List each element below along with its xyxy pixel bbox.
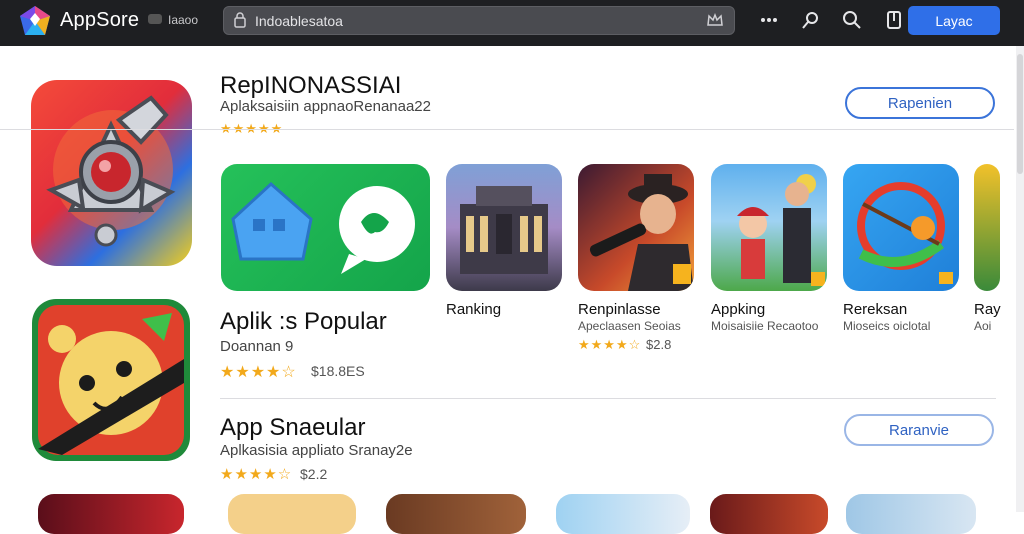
bottom-tile-3[interactable] <box>386 494 526 534</box>
tile-title-5: Ray <box>974 301 1001 318</box>
tile-title-1: Ranking <box>446 301 502 318</box>
detective-icon <box>589 174 694 291</box>
snapular-price: $2.2 <box>300 466 328 482</box>
tile-rereksan[interactable] <box>843 164 959 291</box>
bottom-tile-4[interactable] <box>556 494 690 534</box>
popular-price: $18.8ES <box>311 363 365 379</box>
tile-popular-large[interactable] <box>221 164 430 291</box>
pin-icon[interactable] <box>799 9 821 31</box>
snapular-title: App Snaeular <box>220 414 366 441</box>
archery-icon <box>857 182 953 284</box>
bookmark-icon[interactable] <box>883 9 905 31</box>
house-chat-icon <box>231 181 415 274</box>
bottom-tile-6[interactable] <box>846 494 976 534</box>
popular-divider <box>220 398 996 399</box>
snapular-rating: ★★★★☆ <box>220 466 293 483</box>
logo-icon[interactable] <box>19 5 51 37</box>
tile-subtitle-4: Mioseics oiclotal <box>843 319 931 333</box>
snapular-subtitle: Aplkasisia appliato Sranay2e <box>220 442 413 459</box>
tile-price-2: $2.8 <box>646 337 672 352</box>
featured-divider <box>0 129 1014 130</box>
featured-button[interactable]: Rapenien <box>845 87 995 119</box>
more-icon[interactable] <box>758 9 780 31</box>
featured-title: RepINONASSIAI <box>220 72 402 99</box>
family-icon <box>737 174 825 286</box>
popular-app-icon[interactable] <box>32 299 190 461</box>
tile-rating-2: ★★★★☆ <box>578 337 642 352</box>
popular-title: Aplik :s Popular <box>220 308 387 335</box>
tile-ranking[interactable] <box>446 164 562 291</box>
search-bar[interactable]: Indoablesatoa <box>223 6 735 35</box>
tile-subtitle-5: Aoi <box>974 319 992 333</box>
tile-appking[interactable] <box>711 164 827 291</box>
app-title: AppSore <box>60 9 140 31</box>
bottom-tile-5[interactable] <box>710 494 828 534</box>
tile-subtitle-3: Moisaisiie Recaotoo <box>711 319 819 333</box>
bottom-tile-2[interactable] <box>228 494 356 534</box>
tile-title-2: Renpinlasse <box>578 301 661 318</box>
scrollbar-thumb[interactable] <box>1017 54 1023 174</box>
tile-subtitle-2: Apeclaasen Seoias <box>578 319 681 333</box>
layer-button[interactable]: Layac <box>908 6 1000 35</box>
search-input[interactable]: Indoablesatoa <box>255 13 343 29</box>
featured-subtitle: Aplaksaisiin appnaoRenanaa22 <box>220 98 431 115</box>
lock-icon <box>234 12 246 28</box>
sub-title: Iaaoo <box>168 13 199 27</box>
tag-icon <box>148 14 162 24</box>
tile-title-4: Rereksan <box>843 301 908 318</box>
tile-ray[interactable] <box>974 164 1000 291</box>
popular-subtitle: Doannan 9 <box>220 338 294 355</box>
snapular-button[interactable]: Raranvie <box>844 414 994 446</box>
mascot-icon <box>38 305 184 455</box>
popular-rating: ★★★★☆ <box>220 364 297 381</box>
top-bar: AppSore Iaaoo Indoablesatoa Layac <box>0 0 1024 46</box>
building-icon <box>460 186 548 274</box>
featured-app-icon[interactable] <box>31 80 192 266</box>
crown-icon[interactable] <box>706 12 724 28</box>
bottom-tile-1[interactable] <box>38 494 184 534</box>
tile-title-3: Appking <box>711 301 766 318</box>
tile-renpinlasse[interactable] <box>578 164 694 291</box>
search-icon[interactable] <box>841 9 863 31</box>
rocket-icon <box>46 95 176 247</box>
